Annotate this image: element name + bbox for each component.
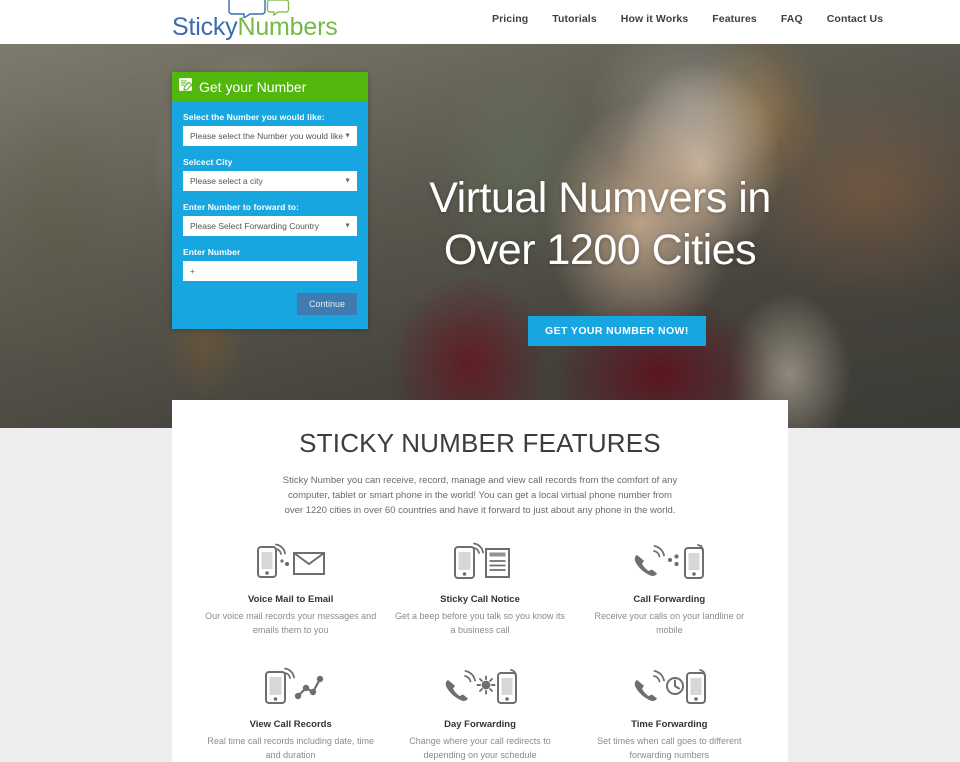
feature-title: View Call Records bbox=[249, 719, 332, 730]
site-logo[interactable]: StickyNumbers bbox=[172, 0, 338, 40]
select-city-value: Please select a city bbox=[190, 176, 263, 186]
handset-to-phone-icon bbox=[583, 540, 756, 584]
features-grid: Voice Mail to Email Our voice mail recor… bbox=[196, 540, 764, 762]
continue-button[interactable]: Continue bbox=[296, 293, 357, 315]
handset-clock-phone-icon bbox=[583, 665, 756, 709]
phone-to-document-icon bbox=[393, 540, 566, 584]
feature-description: Our voice mail records your messages and… bbox=[205, 611, 377, 635]
feature-description: Real time call records including date, t… bbox=[207, 736, 374, 760]
hero-headline-line-2: Over 1200 Cities bbox=[443, 226, 757, 274]
feature-card: Time Forwarding Set times when call goes… bbox=[575, 665, 764, 762]
label-select-city: Selcect City bbox=[183, 157, 233, 167]
feature-description: Get a beep before you talk so you know i… bbox=[394, 611, 566, 635]
feature-card: Voice Mail to Email Our voice mail recor… bbox=[196, 540, 385, 637]
select-city-dropdown[interactable]: Please select a city ▼ bbox=[183, 171, 357, 191]
hero-headline: Virtual Numvers in Over 1200 Cities bbox=[380, 172, 820, 276]
speech-bubbles-icon bbox=[224, 0, 294, 20]
form-header: Get your Number bbox=[172, 72, 368, 102]
get-your-number-form: Get your Number Select the Number you wo… bbox=[172, 72, 368, 329]
hero-banner: Virtual Numvers in Over 1200 Cities GET … bbox=[0, 44, 960, 428]
nav-item-faq[interactable]: FAQ bbox=[769, 10, 815, 28]
features-section-title: STICKY NUMBER FEATURES bbox=[299, 428, 661, 458]
form-title: Get your Number bbox=[199, 79, 307, 95]
select-number-dropdown[interactable]: Please select the Number you would like … bbox=[183, 126, 357, 146]
chevron-down-icon: ▼ bbox=[344, 177, 351, 185]
feature-description: Change where your call redirects to depe… bbox=[409, 736, 551, 760]
feature-card: Day Forwarding Change where your call re… bbox=[385, 665, 574, 762]
chevron-down-icon: ▼ bbox=[344, 132, 351, 140]
nav-item-tutorials[interactable]: Tutorials bbox=[540, 10, 608, 28]
logo-wordmark: StickyNumbers bbox=[172, 15, 338, 40]
features-section-intro: Sticky Number you can receive, record, m… bbox=[282, 475, 678, 516]
phone-to-chart-icon bbox=[204, 665, 377, 709]
feature-title: Day Forwarding bbox=[444, 719, 516, 730]
features-panel: STICKY NUMBER FEATURES Sticky Number you… bbox=[172, 400, 788, 762]
nav-item-pricing[interactable]: Pricing bbox=[480, 10, 540, 28]
select-number-value: Please select the Number you would like bbox=[190, 131, 344, 141]
chevron-down-icon: ▼ bbox=[344, 222, 351, 230]
select-forwarding-country-dropdown[interactable]: Please Select Forwarding Country ▼ bbox=[183, 216, 357, 236]
label-select-number: Select the Number you would like: bbox=[183, 112, 325, 122]
nav-item-contact-us[interactable]: Contact Us bbox=[815, 10, 895, 28]
label-forward-to: Enter Number to forward to: bbox=[183, 202, 300, 212]
feature-card: View Call Records Real time call records… bbox=[196, 665, 385, 762]
nav-item-how-it-works[interactable]: How it Works bbox=[609, 10, 701, 28]
feature-title: Sticky Call Notice bbox=[440, 594, 520, 605]
nav-item-features[interactable]: Features bbox=[700, 10, 769, 28]
form-actions: Continue bbox=[183, 293, 357, 315]
feature-title: Time Forwarding bbox=[631, 719, 708, 730]
feature-title: Voice Mail to Email bbox=[247, 594, 334, 605]
handset-sun-phone-icon bbox=[393, 665, 566, 709]
main-navigation: Pricing Tutorials How it Works Features … bbox=[480, 10, 895, 28]
label-enter-number: Enter Number bbox=[183, 247, 241, 257]
form-body: Select the Number you would like: Please… bbox=[172, 102, 368, 329]
select-forwarding-country-value: Please Select Forwarding Country bbox=[190, 221, 319, 231]
hero-headline-line-1: Virtual Numvers in bbox=[429, 174, 771, 222]
form-pencil-icon bbox=[178, 77, 193, 97]
enter-number-input[interactable] bbox=[183, 261, 357, 281]
get-your-number-now-button[interactable]: GET YOUR NUMBER NOW! bbox=[528, 316, 706, 346]
feature-card: Sticky Call Notice Get a beep before you… bbox=[385, 540, 574, 637]
phone-to-envelope-icon bbox=[204, 540, 377, 584]
feature-title: Call Forwarding bbox=[633, 594, 706, 605]
site-header: StickyNumbers Pricing Tutorials How it W… bbox=[0, 0, 960, 44]
feature-description: Receive your calls on your landline or m… bbox=[594, 611, 745, 635]
feature-card: Call Forwarding Receive your calls on yo… bbox=[575, 540, 764, 637]
feature-description: Set times when call goes to different fo… bbox=[597, 736, 742, 760]
